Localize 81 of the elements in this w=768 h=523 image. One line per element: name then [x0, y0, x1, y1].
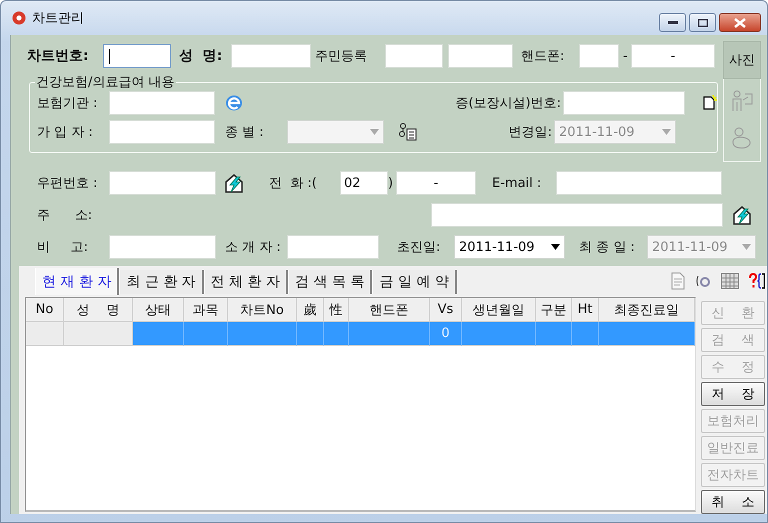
- tab[interactable]: 현 재 환 자: [35, 268, 120, 295]
- tab[interactable]: 최 근 환 자: [119, 270, 204, 294]
- column-header[interactable]: Ht: [572, 298, 599, 322]
- name-input[interactable]: [231, 44, 311, 68]
- column-header[interactable]: 구분: [536, 298, 572, 322]
- card-number-input[interactable]: [563, 91, 685, 115]
- mobile-input[interactable]: -: [631, 44, 715, 68]
- field-label: 보험기관 :: [37, 95, 99, 112]
- field-label: 전 화 :(: [269, 175, 318, 192]
- column-header[interactable]: 핸드폰: [349, 298, 430, 322]
- subscriber-input[interactable]: [109, 120, 215, 144]
- resident-number-input[interactable]: [385, 44, 443, 68]
- person-board-icon[interactable]: [730, 90, 754, 112]
- tab[interactable]: 전 체 환 자: [204, 270, 288, 294]
- date-dropdown[interactable]: 2011-11-09: [454, 235, 565, 259]
- field-label: 핸드폰:: [521, 48, 566, 65]
- maximize-button[interactable]: [689, 13, 716, 32]
- document-icon[interactable]: [671, 272, 685, 290]
- separator-text: ): [388, 176, 394, 190]
- column-header[interactable]: 상태: [133, 298, 184, 322]
- postal-code-input[interactable]: [109, 171, 216, 195]
- tab[interactable]: 검 색 목 록: [288, 270, 372, 294]
- tab[interactable]: 금 일 예 약: [372, 270, 457, 294]
- dropdown-arrow-icon: [662, 129, 671, 135]
- dropdown-arrow-icon: [551, 244, 560, 250]
- column-header[interactable]: 차트No: [228, 298, 297, 322]
- field-label: 비 고:: [37, 239, 90, 256]
- field-label: 초진일:: [397, 239, 442, 256]
- column-header[interactable]: 歲: [297, 298, 324, 322]
- house-lightning-icon[interactable]: [731, 204, 753, 226]
- close-icon: [734, 18, 746, 28]
- referrer-input[interactable]: [287, 235, 379, 259]
- table-grid-icon[interactable]: [721, 272, 739, 288]
- field-label: 변경일:: [508, 124, 552, 141]
- field-label: 소 개 자 :: [225, 239, 282, 256]
- email-input[interactable]: [556, 171, 722, 195]
- insurer-input[interactable]: [109, 91, 215, 115]
- house-lightning-icon[interactable]: [223, 172, 245, 194]
- column-header[interactable]: 성 명: [64, 298, 133, 322]
- window-title: 차트관리: [32, 10, 84, 27]
- field-label: 주민등록: [315, 48, 368, 65]
- field-label: 종 별 :: [225, 124, 265, 141]
- app-logo-icon: [12, 11, 26, 25]
- minimize-icon: [668, 20, 678, 24]
- field-label: E-mail :: [492, 176, 542, 190]
- browser-e-icon[interactable]: [225, 94, 243, 112]
- field-label: 우편번호 :: [37, 175, 99, 192]
- column-header[interactable]: 생년월일: [462, 298, 536, 322]
- column-header[interactable]: 과목: [184, 298, 228, 322]
- new-document-icon[interactable]: [701, 95, 717, 111]
- action-button[interactable]: 저 장: [701, 382, 765, 406]
- field-label: 성 명:: [179, 47, 224, 65]
- help-icon[interactable]: [749, 272, 765, 288]
- ring-icon[interactable]: [695, 274, 711, 288]
- field-label: 증(보장시설)번호:: [454, 95, 561, 112]
- dropdown-arrow-icon: [370, 129, 379, 135]
- column-header[interactable]: 최종진료일: [599, 298, 695, 322]
- minimize-button[interactable]: [659, 13, 686, 32]
- field-label: 최 종 일 :: [579, 239, 636, 256]
- separator-text: -: [623, 48, 627, 64]
- chart-number-input[interactable]: [103, 44, 171, 68]
- mobile-input[interactable]: [579, 44, 619, 68]
- dropdown-arrow-icon: [742, 244, 751, 250]
- close-button[interactable]: [719, 13, 761, 32]
- field-label: 주 소:: [37, 207, 94, 224]
- field-label: 가 입 자 :: [37, 124, 94, 141]
- family-tree-icon[interactable]: [398, 122, 418, 142]
- address-input[interactable]: [431, 203, 723, 227]
- maximize-icon: [698, 18, 708, 26]
- column-header[interactable]: No: [26, 298, 64, 322]
- photo-tab[interactable]: 사진: [723, 41, 761, 79]
- resident-number-input[interactable]: [448, 44, 513, 68]
- column-header[interactable]: Vs: [430, 298, 462, 322]
- phone-area-input[interactable]: 02: [340, 171, 388, 195]
- field-label: 차트번호:: [27, 47, 90, 65]
- table-cell: 0: [430, 322, 462, 346]
- group-title: 건강보험/의료급여 내용: [35, 74, 176, 91]
- action-button[interactable]: 취 소: [701, 490, 765, 514]
- phone-number-input[interactable]: -: [396, 171, 476, 195]
- memo-input[interactable]: [109, 235, 216, 259]
- column-header[interactable]: 性: [324, 298, 349, 322]
